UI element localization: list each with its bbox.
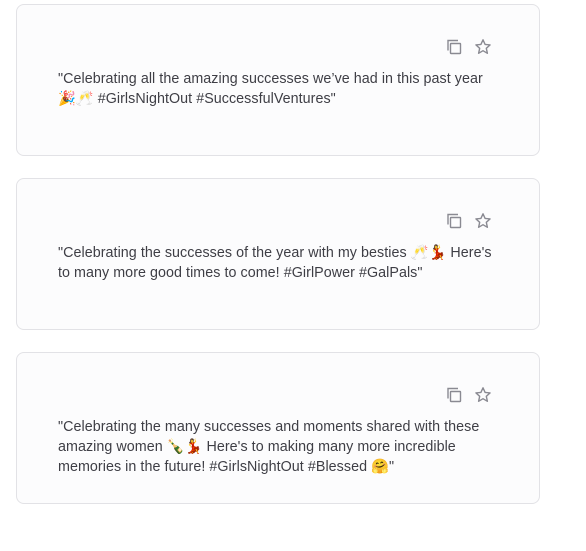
post-text: "Celebrating the successes of the year w… [58,245,492,281]
post-actions [445,38,492,56]
star-icon[interactable] [474,38,492,56]
post-actions [445,212,492,230]
copy-icon[interactable] [445,386,463,404]
post-text: "Celebrating the many successes and mome… [58,419,480,475]
post-list: "Celebrating all the amazing successes w… [0,0,586,551]
star-icon[interactable] [474,212,492,230]
copy-icon[interactable] [445,38,463,56]
post-card: "Celebrating the successes of the year w… [16,178,540,330]
post-card: "Celebrating all the amazing successes w… [16,4,540,156]
post-actions [445,386,492,404]
post-card: "Celebrating the many successes and mome… [16,352,540,504]
star-icon[interactable] [474,386,492,404]
post-text: "Celebrating all the amazing successes w… [58,71,483,107]
copy-icon[interactable] [445,212,463,230]
